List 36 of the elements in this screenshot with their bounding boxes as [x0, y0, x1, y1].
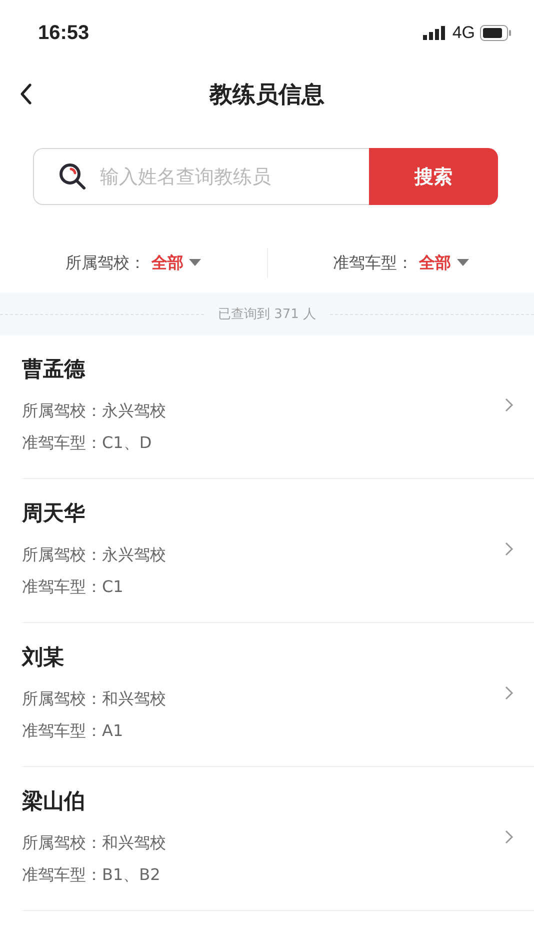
coach-school: 所属驾校：和兴驾校	[22, 688, 166, 710]
search-icon	[59, 163, 87, 191]
coach-name: 梁山伯	[22, 788, 86, 814]
page-title: 教练员信息	[210, 80, 324, 110]
dropdown-caret-icon[interactable]	[456, 259, 469, 267]
coach-license: 准驾车型：C1、D	[22, 432, 153, 454]
filter-label: 所属驾校：	[65, 252, 146, 274]
coach-name: 周天华	[22, 500, 86, 526]
battery-icon	[480, 25, 512, 41]
search-button[interactable]: 搜索	[369, 148, 498, 205]
chevron-right-icon	[504, 685, 514, 701]
coach-item[interactable]: 刘某 所属驾校：和兴驾校 准驾车型：A1	[22, 623, 534, 767]
coach-license: 准驾车型：B1、B2	[22, 864, 162, 886]
chevron-right-icon	[504, 829, 514, 845]
coach-name: 曹孟德	[22, 356, 86, 382]
dropdown-caret-icon[interactable]	[189, 259, 202, 267]
coach-license: 准驾车型：A1	[22, 720, 124, 742]
result-count: 已查询到 371 人	[218, 306, 316, 323]
coach-item[interactable]: 曹孟德 所属驾校：永兴驾校 准驾车型：C1、D	[22, 335, 534, 479]
coach-license: 准驾车型：C1	[22, 576, 124, 598]
filter-label: 准驾车型：	[332, 252, 413, 274]
coach-item[interactable]: 周天华 所属驾校：永兴驾校 准驾车型：C1	[22, 479, 534, 623]
status-time: 16:53	[38, 22, 90, 44]
coach-school: 所属驾校：和兴驾校	[22, 832, 166, 854]
filter-dropdown[interactable]: 全部	[418, 252, 451, 274]
filter-dropdown[interactable]: 全部	[151, 252, 184, 274]
coach-name: 刘某	[22, 644, 65, 670]
search-field[interactable]: 输入姓名查询教练员	[33, 148, 369, 205]
network-label: 4G	[452, 23, 475, 43]
chevron-right-icon	[504, 541, 514, 557]
back-icon[interactable]	[18, 83, 34, 105]
coach-item[interactable]: 梁山伯 所属驾校：和兴驾校 准驾车型：B1、B2	[22, 767, 534, 911]
coach-school: 所属驾校：永兴驾校	[22, 400, 166, 422]
coach-school: 所属驾校：永兴驾校	[22, 544, 166, 566]
chevron-right-icon	[504, 397, 514, 413]
signal-icon	[423, 26, 448, 40]
